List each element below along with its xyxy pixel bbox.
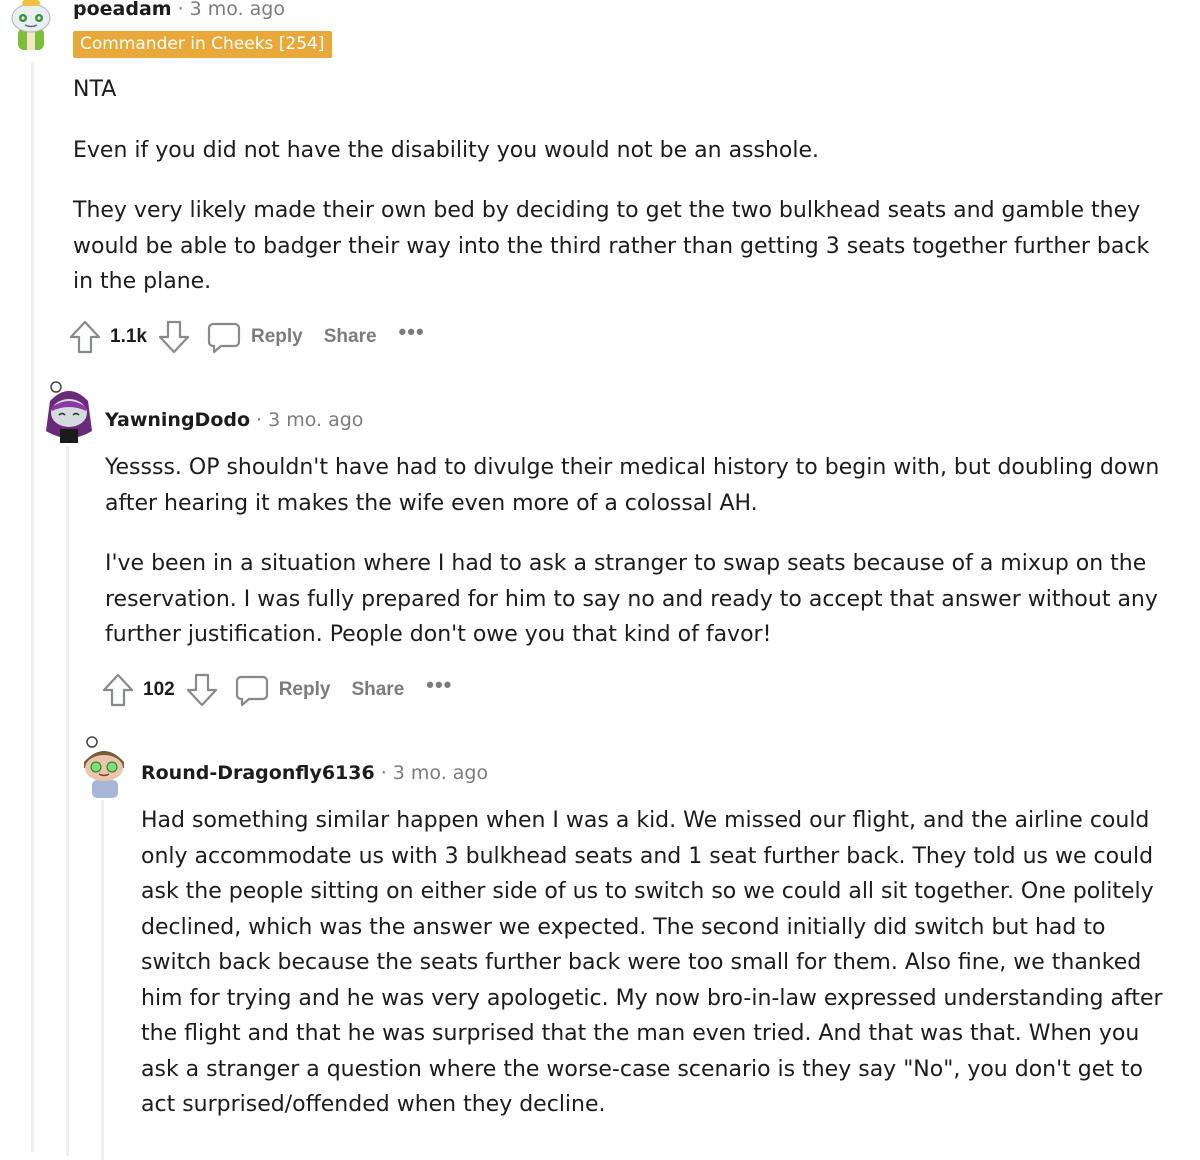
comment-paragraph: I've been in a situation where I had to … [105, 551, 1158, 647]
more-options-icon[interactable]: ••• [426, 672, 452, 698]
reply-label: Reply [278, 679, 331, 700]
avatar-round-dragonfly6136[interactable] [80, 736, 128, 798]
comment-body: Yessss. OP shouldn't have had to divulge… [105, 450, 1175, 678]
meta-separator: · [380, 762, 387, 784]
downvote-icon[interactable] [185, 672, 219, 708]
reply-label: Reply [250, 326, 303, 347]
reply-button[interactable]: Reply [235, 673, 331, 707]
meta-separator: · [177, 0, 184, 20]
comment-body: Had something similar happen when I was … [141, 803, 1175, 1148]
comment-meta: Round-Dragonfly6136 · 3 mo. ago [141, 762, 488, 784]
thread-line-1[interactable] [31, 62, 34, 1152]
comment-paragraph: NTA [73, 77, 117, 102]
comment-meta: poeadam · 3 mo. ago [73, 0, 285, 20]
more-options-icon[interactable]: ••• [399, 319, 425, 345]
comment-paragraph: Had something similar happen when I was … [141, 808, 1163, 1117]
timestamp[interactable]: 3 mo. ago [190, 0, 285, 20]
comment-actions: 1.1k Reply Share ••• [68, 317, 425, 357]
upvote-icon[interactable] [68, 319, 102, 355]
comment-actions: 102 Reply Share ••• [101, 670, 452, 710]
comment-meta: YawningDodo · 3 mo. ago [105, 409, 363, 431]
timestamp[interactable]: 3 mo. ago [268, 409, 363, 431]
downvote-icon[interactable] [157, 319, 191, 355]
author-name[interactable]: YawningDodo [105, 409, 250, 431]
snoo-avatar-icon [11, 0, 51, 50]
comment-bubble-icon [207, 322, 241, 354]
comment-bubble-icon [235, 675, 268, 707]
meta-separator: · [256, 409, 263, 431]
author-name[interactable]: Round-Dragonfly6136 [141, 762, 375, 784]
snoo-avatar-icon [46, 381, 92, 443]
vote-score: 102 [143, 679, 175, 700]
share-button[interactable]: Share [324, 326, 377, 348]
reply-button[interactable]: Reply [207, 320, 303, 354]
avatar-yawningdodo[interactable] [42, 381, 96, 445]
comment-paragraph: Even if you did not have the disability … [73, 137, 820, 163]
share-button[interactable]: Share [351, 679, 404, 701]
avatar-poeadam[interactable] [8, 0, 54, 50]
snoo-avatar-icon [84, 736, 124, 798]
comment-paragraph: They very likely made their own bed by d… [73, 198, 1150, 294]
thread-line-3[interactable] [101, 800, 104, 1160]
timestamp[interactable]: 3 mo. ago [393, 762, 488, 784]
thread-line-2[interactable] [66, 446, 69, 1156]
comment-body: NTA Even if you did not have the disabil… [73, 72, 1173, 325]
author-name[interactable]: poeadam [73, 0, 172, 20]
vote-score: 1.1k [110, 326, 147, 347]
comment-paragraph: Yessss. OP shouldn't have had to divulge… [105, 455, 1160, 516]
upvote-icon[interactable] [101, 672, 135, 708]
user-flair: Commander in Cheeks [254] [73, 31, 332, 58]
